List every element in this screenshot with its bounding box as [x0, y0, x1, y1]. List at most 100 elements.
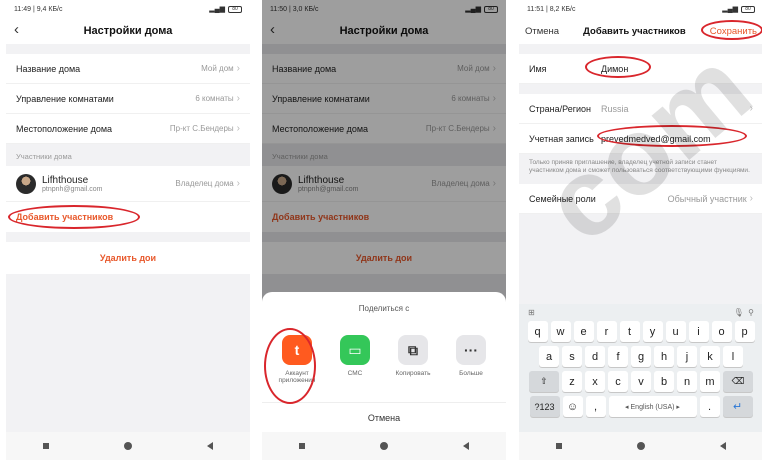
home-icon[interactable]: [123, 442, 132, 450]
member-email: ptnpnh@gmail.com: [42, 185, 103, 193]
delete-home-button[interactable]: Удалить дои: [6, 242, 250, 274]
name-value[interactable]: Димон: [601, 64, 628, 74]
key[interactable]: i: [688, 321, 709, 342]
key[interactable]: l: [723, 346, 743, 367]
key[interactable]: z: [562, 371, 582, 392]
key[interactable]: c: [608, 371, 628, 392]
battery-icon: 80: [741, 5, 755, 13]
key[interactable]: p: [734, 321, 755, 342]
key[interactable]: u: [665, 321, 686, 342]
system-nav-bar: [6, 432, 250, 460]
members-section-label: Участники дома: [16, 152, 72, 161]
account-value[interactable]: prevedmedved@gmail.com: [601, 134, 711, 144]
key[interactable]: b: [654, 371, 674, 392]
page-title: Добавить участников: [583, 25, 686, 37]
key[interactable]: t: [619, 321, 640, 342]
share-app-account[interactable]: t Аккаунт приложения: [273, 335, 321, 385]
key[interactable]: f: [608, 346, 628, 367]
key[interactable]: x: [585, 371, 605, 392]
family-roles-field[interactable]: Семейные роли Обычный участник ›: [519, 184, 762, 215]
chevron-right-icon: ›: [749, 193, 753, 205]
key[interactable]: g: [631, 346, 651, 367]
system-nav-bar: [262, 432, 506, 460]
key[interactable]: q: [527, 321, 548, 342]
row-room-management[interactable]: Управление комнатами 6 комнаты ›: [6, 84, 250, 114]
chevron-right-icon: ›: [236, 63, 240, 74]
enter-icon[interactable]: ↵: [722, 396, 753, 417]
on-screen-keyboard: ⊞ 🎙 ⚲ q w e r t y u i o p a s d f g h j …: [519, 304, 762, 432]
period-key[interactable]: .: [699, 396, 720, 417]
emoji-icon[interactable]: ☺: [562, 396, 583, 417]
home-icon[interactable]: [636, 442, 645, 450]
keyboard-row-1: q w e r t y u i o p: [522, 321, 760, 342]
key[interactable]: j: [677, 346, 697, 367]
phone-screen-home-settings: 11:49 | 9,4 КБ/с ▂▄▆ 80 ‹ Настройки дома…: [6, 0, 250, 460]
back-icon[interactable]: [206, 442, 213, 450]
recents-icon[interactable]: [556, 443, 563, 449]
back-icon[interactable]: [719, 442, 726, 450]
key[interactable]: h: [654, 346, 674, 367]
key[interactable]: n: [677, 371, 697, 392]
row-home-location[interactable]: Местоположение дома Пр-кт С.Бендеры ›: [6, 114, 250, 144]
member-role: Владелец дома: [175, 179, 234, 188]
key[interactable]: e: [573, 321, 594, 342]
name-field[interactable]: Имя Димон: [519, 54, 762, 84]
key[interactable]: y: [642, 321, 663, 342]
share-sheet-title: Поделиться с: [358, 304, 410, 313]
status-time: 11:51 | 8,2 КБ/с: [527, 5, 576, 13]
share-copy[interactable]: ⧉ Копировать: [389, 335, 437, 385]
recents-icon[interactable]: [43, 443, 50, 449]
share-cancel-button[interactable]: Отмена: [262, 402, 506, 432]
phone-screen-add-member: 11:51 | 8,2 КБ/с ▂▄▆ 80 Отмена Добавить …: [519, 0, 762, 460]
search-icon[interactable]: ⚲: [748, 308, 754, 317]
chevron-right-icon: ›: [749, 103, 753, 114]
key[interactable]: v: [631, 371, 651, 392]
backspace-icon[interactable]: ⌫: [723, 371, 753, 392]
member-row[interactable]: Lifhthouse ptnpnh@gmail.com Владелец дом…: [6, 166, 250, 202]
home-settings-list: Название дома Мой дом › Управление комнат…: [6, 54, 250, 144]
key[interactable]: r: [596, 321, 617, 342]
key[interactable]: a: [539, 346, 559, 367]
share-sms[interactable]: ▭ СМС: [331, 335, 379, 385]
shift-icon[interactable]: ⇧: [529, 371, 559, 392]
add-member-button[interactable]: Добавить участников: [6, 202, 250, 232]
home-icon[interactable]: [379, 442, 388, 450]
region-value: Russia: [601, 103, 629, 114]
space-key[interactable]: ◂ English (USA) ▸: [608, 396, 697, 417]
chevron-right-icon: ›: [236, 178, 240, 189]
key[interactable]: w: [550, 321, 571, 342]
chevron-right-icon: ›: [236, 93, 240, 104]
key[interactable]: s: [562, 346, 582, 367]
member-name: Lifhthouse: [42, 174, 89, 186]
battery-icon: 80: [228, 5, 242, 13]
mic-icon[interactable]: 🎙: [734, 308, 744, 317]
emoji-grid-icon[interactable]: ⊞: [528, 308, 535, 317]
key[interactable]: o: [711, 321, 732, 342]
share-options: t Аккаунт приложения ▭ СМС ⧉ Копировать …: [262, 313, 506, 385]
sms-icon: ▭: [340, 335, 370, 365]
save-button[interactable]: Сохранить: [710, 26, 757, 37]
keyboard-toolbar: ⊞ 🎙 ⚲: [522, 308, 760, 321]
comma-key[interactable]: ,: [585, 396, 606, 417]
invite-note: Только приняв приглашение, владелец учет…: [529, 159, 750, 175]
cancel-button[interactable]: Отмена: [525, 26, 559, 37]
back-arrow-icon[interactable]: ‹: [14, 21, 19, 38]
nav-bar: ‹ Настройки дома: [6, 18, 250, 44]
key[interactable]: d: [585, 346, 605, 367]
status-bar: 11:51 | 8,2 КБ/с ▂▄▆ 80: [519, 0, 762, 18]
family-roles-value: Обычный участник: [667, 193, 747, 204]
account-field[interactable]: Учетная запись prevedmedved@gmail.com: [519, 124, 762, 154]
numbers-key[interactable]: ?123: [529, 396, 560, 417]
region-field[interactable]: Страна/Регион Russia ›: [519, 94, 762, 124]
system-nav-bar: [519, 432, 762, 460]
recents-icon[interactable]: [299, 443, 306, 449]
page-title: Настройки дома: [83, 25, 173, 37]
key[interactable]: m: [700, 371, 720, 392]
more-dots-icon: ···: [456, 335, 486, 365]
back-icon[interactable]: [462, 442, 469, 450]
app-account-icon: t: [282, 335, 312, 365]
key[interactable]: k: [700, 346, 720, 367]
share-more[interactable]: ··· Больше: [447, 335, 495, 385]
row-home-name[interactable]: Название дома Мой дом ›: [6, 54, 250, 84]
status-bar: 11:49 | 9,4 КБ/с ▂▄▆ 80: [6, 0, 250, 18]
